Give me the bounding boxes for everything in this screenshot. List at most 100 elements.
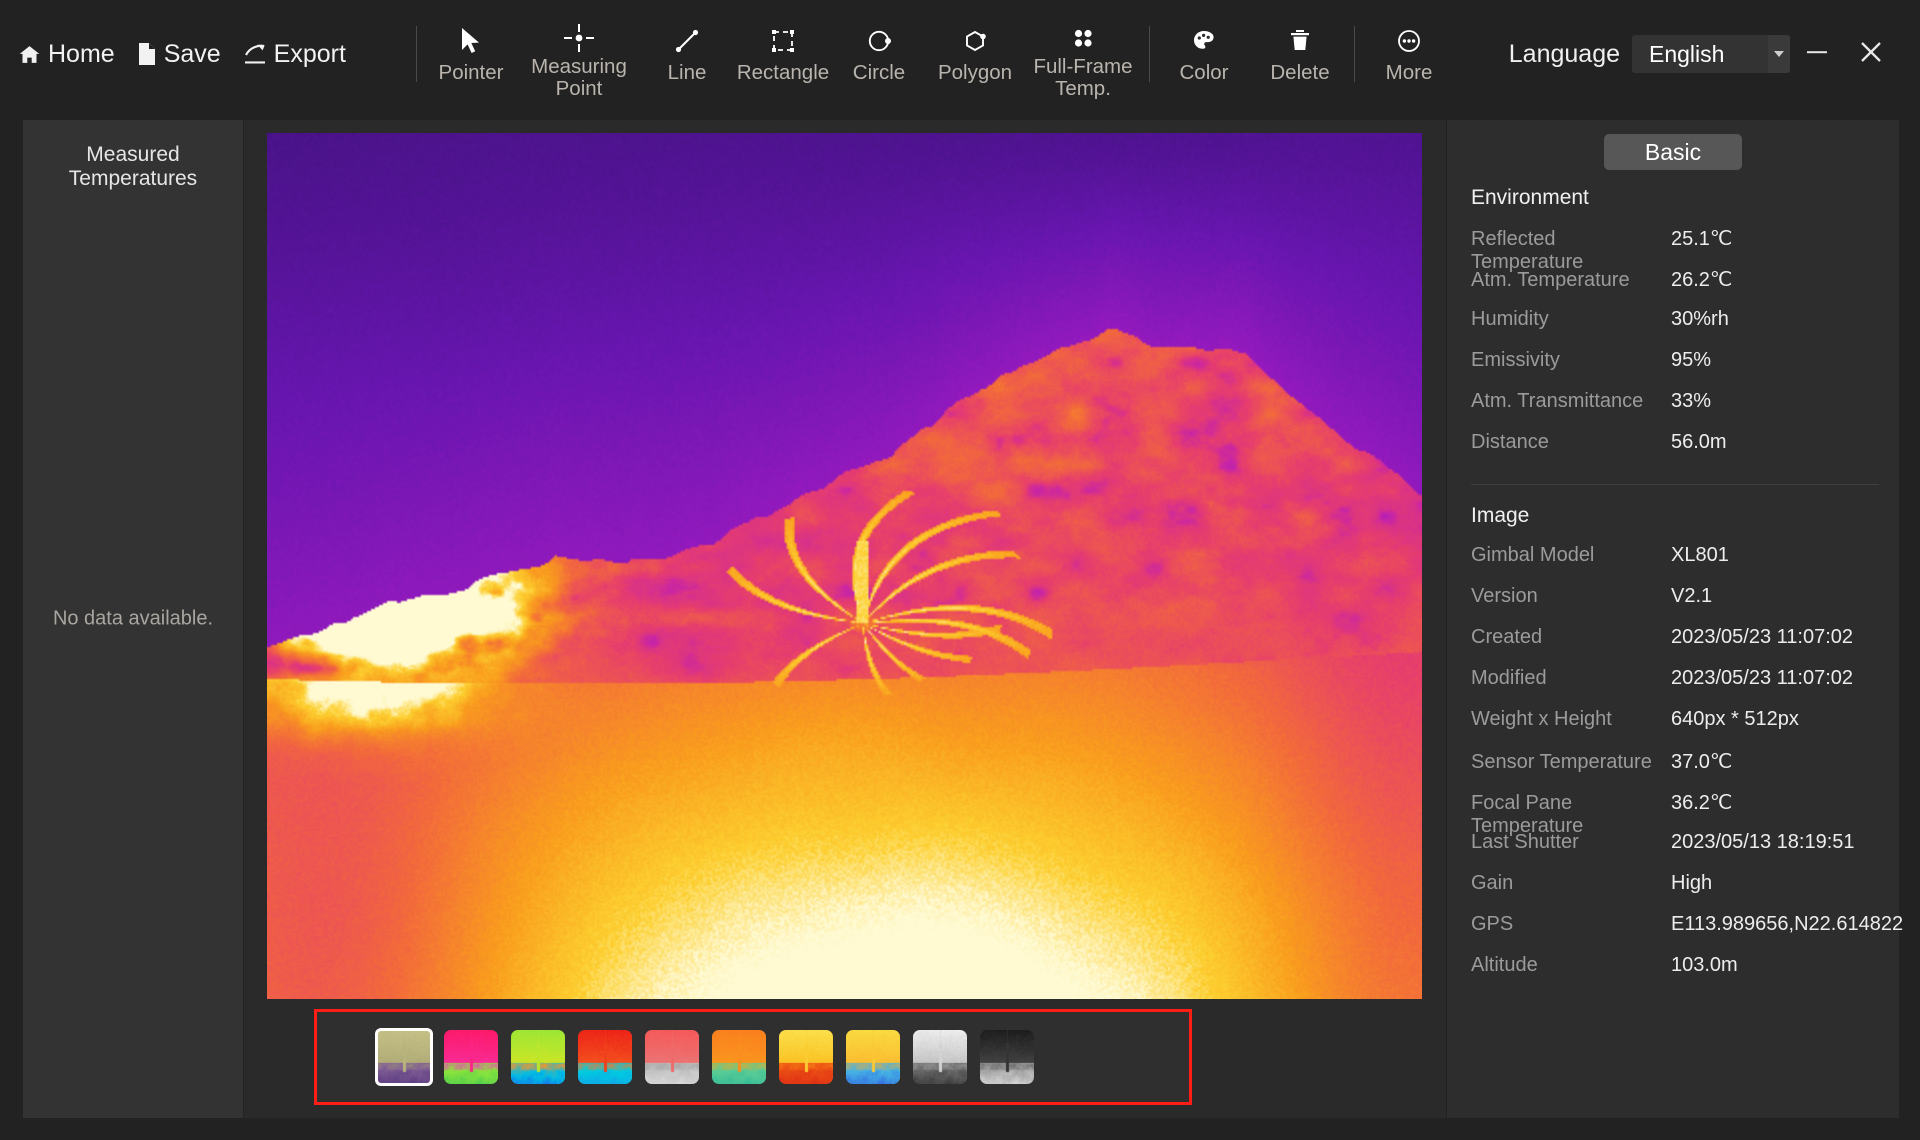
home-label: Home [48, 39, 115, 68]
thumbnail-item[interactable] [913, 1030, 967, 1084]
thumbnail-item[interactable] [779, 1030, 833, 1084]
crosshair-point-icon [563, 22, 595, 54]
image-value: High [1671, 872, 1713, 894]
environment-section: Environment Reflected Temperature 25.1℃ At… [1471, 186, 1879, 472]
home-button[interactable]: Home [18, 39, 115, 68]
language-select[interactable]: English [1632, 35, 1790, 73]
thumbnail-item[interactable] [444, 1030, 498, 1084]
image-row: GPS E113.989656,N22.614822 [1471, 913, 1903, 954]
tool-measuring-point-label: Measuring Point [531, 55, 627, 101]
export-arrow-icon [243, 42, 267, 66]
ellipsis-circle-icon [1395, 22, 1423, 60]
circle-icon [865, 22, 893, 60]
environment-row: Distance 56.0m [1471, 431, 1879, 472]
tool-line[interactable]: Line [639, 8, 735, 100]
tool-delete[interactable]: Delete [1252, 8, 1348, 100]
environment-key: Atm. Temperature [1471, 269, 1630, 291]
thumbnail-item[interactable] [375, 1028, 433, 1086]
environment-value: 25.1℃ [1671, 228, 1733, 250]
four-dots-icon [1069, 22, 1097, 54]
tool-pointer[interactable]: Pointer [423, 8, 519, 100]
thumbnail-item[interactable] [846, 1030, 900, 1084]
environment-row: Emissivity 95% [1471, 349, 1879, 390]
image-key: Gimbal Model [1471, 544, 1595, 566]
image-row: Last Shutter 2023/05/13 18:19:51 [1471, 831, 1879, 872]
tab-basic[interactable]: Basic [1604, 134, 1742, 170]
tool-full-frame-temp[interactable]: Full-Frame Temp. [1023, 8, 1143, 100]
tool-measuring-point[interactable]: Measuring Point [519, 8, 639, 100]
environment-value: 33% [1671, 390, 1712, 412]
thumbnail-image [846, 1030, 900, 1084]
tool-delete-label: Delete [1270, 61, 1330, 84]
image-row: Weight x Height 640px * 512px [1471, 708, 1879, 749]
image-key: Altitude [1471, 954, 1538, 976]
thumbnail-image [980, 1030, 1034, 1084]
thumbnail-item[interactable] [712, 1030, 766, 1084]
tool-color[interactable]: Color [1156, 8, 1252, 100]
trash-icon [1287, 22, 1313, 60]
environment-key: Humidity [1471, 308, 1549, 330]
image-value: 36.2℃ [1671, 792, 1733, 814]
window-controls-group: Language English [1509, 0, 1898, 108]
thumbnail-image [645, 1030, 699, 1084]
image-value: 640px * 512px [1671, 708, 1799, 730]
tool-more[interactable]: More [1361, 8, 1457, 100]
tool-full-frame-temp-label: Full-Frame Temp. [1033, 55, 1133, 101]
thumbnail-image [712, 1030, 766, 1084]
thermal-image[interactable] [267, 133, 1422, 999]
properties-panel: Basic Environment Reflected Temperature 2… [1447, 120, 1903, 1118]
image-row: Created 2023/05/23 11:07:02 [1471, 626, 1879, 667]
image-value: 2023/05/23 11:07:02 [1671, 626, 1854, 648]
thumbnail-item[interactable] [645, 1030, 699, 1084]
image-key: Last Shutter [1471, 831, 1579, 853]
thumbnail-item[interactable] [980, 1030, 1034, 1084]
image-value: V2.1 [1671, 585, 1713, 607]
image-key: Gain [1471, 872, 1514, 894]
drawing-tools: Pointer Measuring Point Line Rectangle C… [410, 0, 1457, 108]
minimize-button[interactable] [1790, 24, 1844, 84]
tool-more-label: More [1385, 61, 1433, 84]
cursor-arrow-icon [458, 22, 484, 60]
thumbnail-image [578, 1030, 632, 1084]
environment-value: 56.0m [1671, 431, 1727, 453]
environment-section-title: Environment [1471, 186, 1589, 209]
image-rows: Gimbal Model XL801 Version V2.1 Created 2023/… [1471, 544, 1903, 995]
rectangle-icon [769, 22, 797, 60]
image-row: Gain High [1471, 872, 1879, 913]
image-value: 103.0m [1671, 954, 1738, 976]
image-row: Sensor Temperature 37.0℃ [1471, 749, 1879, 790]
environment-key: Distance [1471, 431, 1549, 453]
environment-rows: Reflected Temperature 25.1℃ Atm. Temperatu… [1471, 226, 1879, 472]
environment-value: 95% [1671, 349, 1712, 371]
file-menu: Home Save Export [18, 0, 346, 108]
export-button[interactable]: Export [243, 41, 346, 67]
thumbnail-image [377, 1030, 431, 1084]
close-icon [1856, 37, 1886, 72]
thumbnail-image [779, 1030, 833, 1084]
chevron-down-icon [1768, 35, 1790, 73]
language-select-value: English [1649, 40, 1725, 67]
palette-icon [1190, 22, 1218, 60]
environment-row: Reflected Temperature 25.1℃ [1471, 226, 1879, 273]
thumbnail-item[interactable] [578, 1030, 632, 1084]
tool-circle[interactable]: Circle [831, 8, 927, 100]
measured-temperatures-panel: Measured Temperatures No data available. [23, 120, 243, 1118]
image-key: GPS [1471, 913, 1514, 935]
image-row: Version V2.1 [1471, 585, 1879, 626]
environment-key: Atm. Transmittance [1471, 390, 1644, 412]
save-label: Save [163, 39, 221, 68]
image-key: Sensor Temperature [1471, 751, 1652, 773]
tool-rectangle[interactable]: Rectangle [735, 8, 831, 100]
panel-title: Measured Temperatures [68, 143, 198, 190]
tool-polygon[interactable]: Polygon [927, 8, 1023, 100]
environment-value: 30%rh [1671, 308, 1729, 330]
save-button[interactable]: Save [137, 39, 221, 68]
language-label: Language [1508, 39, 1620, 68]
close-button[interactable] [1844, 24, 1898, 84]
image-value: 37.0℃ [1671, 751, 1733, 773]
top-toolbar: Home Save Export Pointer Measuring Point… [0, 0, 1920, 108]
image-value: XL801 [1671, 544, 1729, 566]
thumbnail-item[interactable] [511, 1030, 565, 1084]
image-viewer-area [244, 120, 1446, 1118]
environment-key: Reflected Temperature [1471, 228, 1584, 273]
